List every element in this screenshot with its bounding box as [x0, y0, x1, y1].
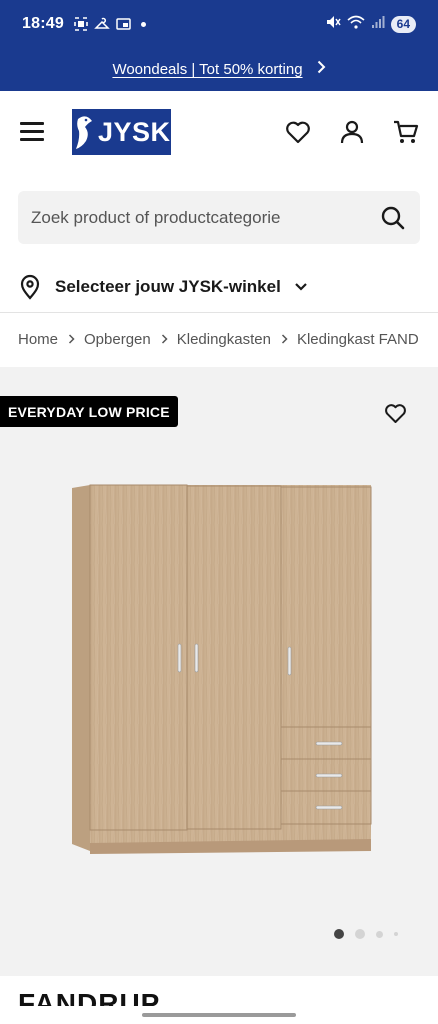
price-badge: EVERYDAY LOW PRICE [0, 396, 178, 427]
notification-dot [140, 21, 146, 27]
status-time: 18:49 [22, 15, 64, 32]
search-input[interactable] [31, 207, 380, 228]
carousel-dot-3[interactable] [376, 930, 383, 938]
breadcrumb-opbergen[interactable]: Opbergen [84, 331, 151, 348]
location-pin-icon [20, 274, 40, 300]
favorite-heart-icon[interactable] [384, 402, 407, 424]
carousel-dot-4[interactable] [394, 932, 398, 936]
signal-icon [371, 15, 385, 34]
breadcrumb-current: Kledingkast FAND [296, 330, 419, 348]
mute-icon [325, 14, 341, 35]
cart-icon [394, 120, 419, 143]
breadcrumb: Home Opbergen Kledingkasten Kledingkast … [18, 322, 438, 356]
screenshot-icon [74, 17, 88, 31]
account-button[interactable] [338, 118, 366, 146]
wishlist-button[interactable] [284, 118, 312, 146]
store-selector[interactable]: Selecteer jouw JYSK-winkel [18, 270, 308, 304]
menu-icon [20, 122, 44, 125]
search-bar [18, 191, 420, 244]
carousel-dot-1[interactable] [334, 929, 344, 939]
user-icon [340, 120, 364, 144]
battery-icon: 64 [390, 15, 416, 33]
hanger-icon [94, 17, 110, 31]
promo-banner[interactable]: Woondeals | Tot 50% korting [0, 48, 438, 91]
status-bar: 18:49 64 [0, 0, 438, 48]
breadcrumb-chevron-icon [68, 334, 75, 344]
media-icon [116, 17, 131, 31]
home-indicator[interactable] [142, 1013, 296, 1017]
cart-button[interactable] [392, 118, 420, 146]
carousel-dots [334, 929, 398, 939]
chevron-right-icon [317, 60, 326, 79]
chevron-down-icon [295, 283, 307, 291]
wifi-icon [347, 15, 365, 34]
breadcrumb-chevron-icon [281, 334, 288, 344]
product-gallery[interactable]: EVERYDAY LOW PRICE [0, 367, 438, 976]
heart-icon [286, 121, 310, 144]
site-header: JYSK [0, 91, 438, 173]
logo-text: JYSK [98, 116, 171, 147]
search-icon[interactable] [380, 205, 406, 231]
menu-button[interactable] [20, 121, 46, 143]
promo-link[interactable]: Woondeals | Tot 50% korting [112, 61, 302, 78]
store-selector-label: Selecteer jouw JYSK-winkel [55, 277, 281, 296]
logo-bird-icon [76, 116, 92, 149]
divider [0, 312, 438, 313]
breadcrumb-chevron-icon [161, 334, 168, 344]
carousel-dot-2[interactable] [355, 929, 365, 939]
breadcrumb-home[interactable]: Home [18, 331, 58, 348]
breadcrumb-kledingkasten[interactable]: Kledingkasten [177, 331, 271, 348]
jysk-logo[interactable]: JYSK [72, 109, 171, 155]
wardrobe-image [72, 484, 372, 854]
